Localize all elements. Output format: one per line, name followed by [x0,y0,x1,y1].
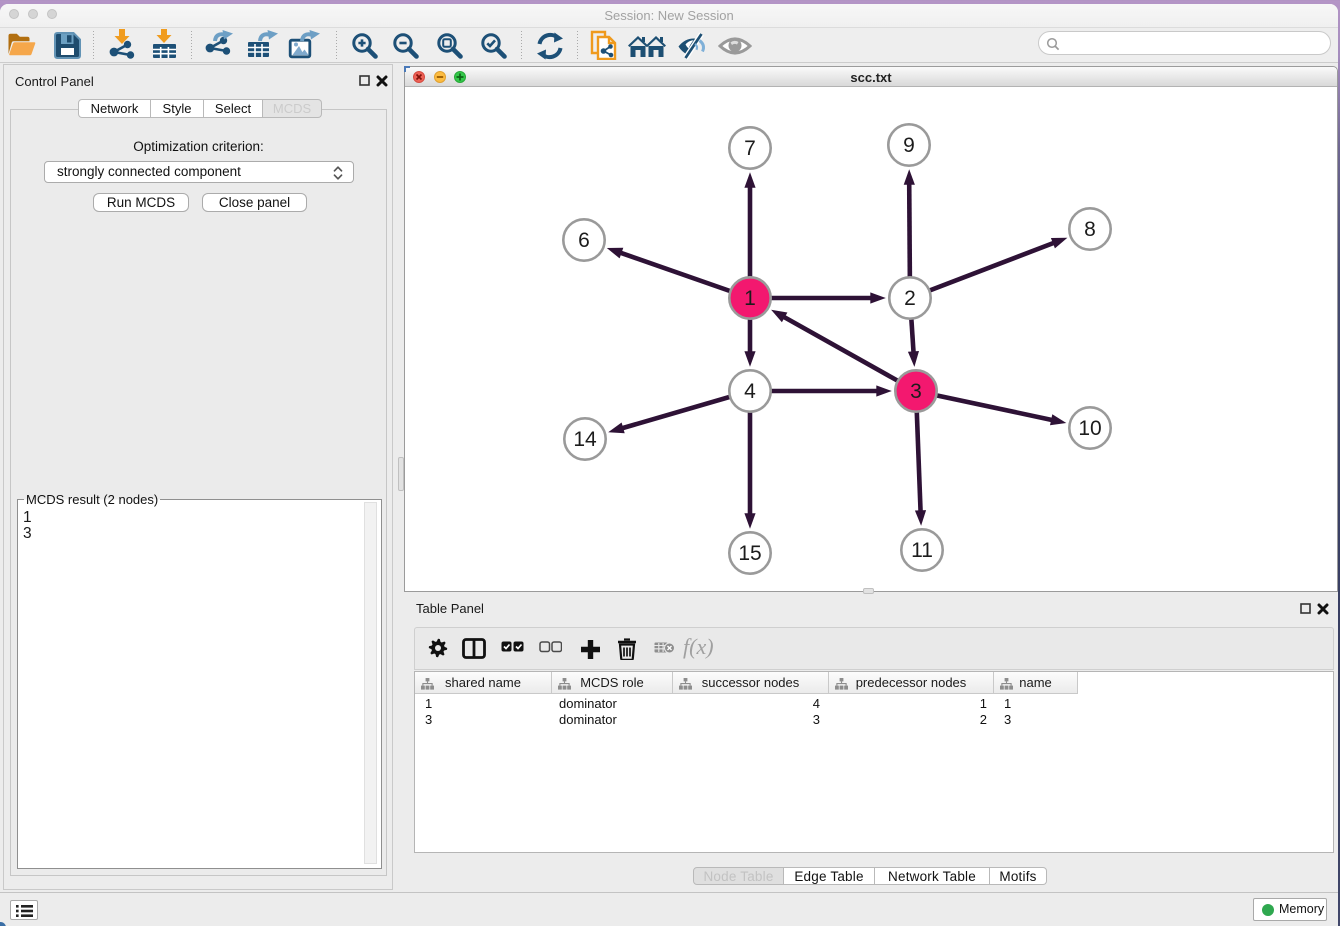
svg-text:11: 11 [911,539,933,562]
svg-text:3: 3 [910,380,922,403]
svg-text:6: 6 [578,229,590,252]
svg-text:15: 15 [738,542,761,565]
svg-text:1: 1 [744,287,756,310]
svg-text:7: 7 [744,137,756,160]
svg-text:9: 9 [903,134,915,157]
svg-text:2: 2 [904,287,916,310]
svg-text:8: 8 [1084,218,1096,241]
svg-text:14: 14 [573,428,597,451]
svg-text:10: 10 [1078,417,1101,440]
svg-text:4: 4 [744,380,756,403]
